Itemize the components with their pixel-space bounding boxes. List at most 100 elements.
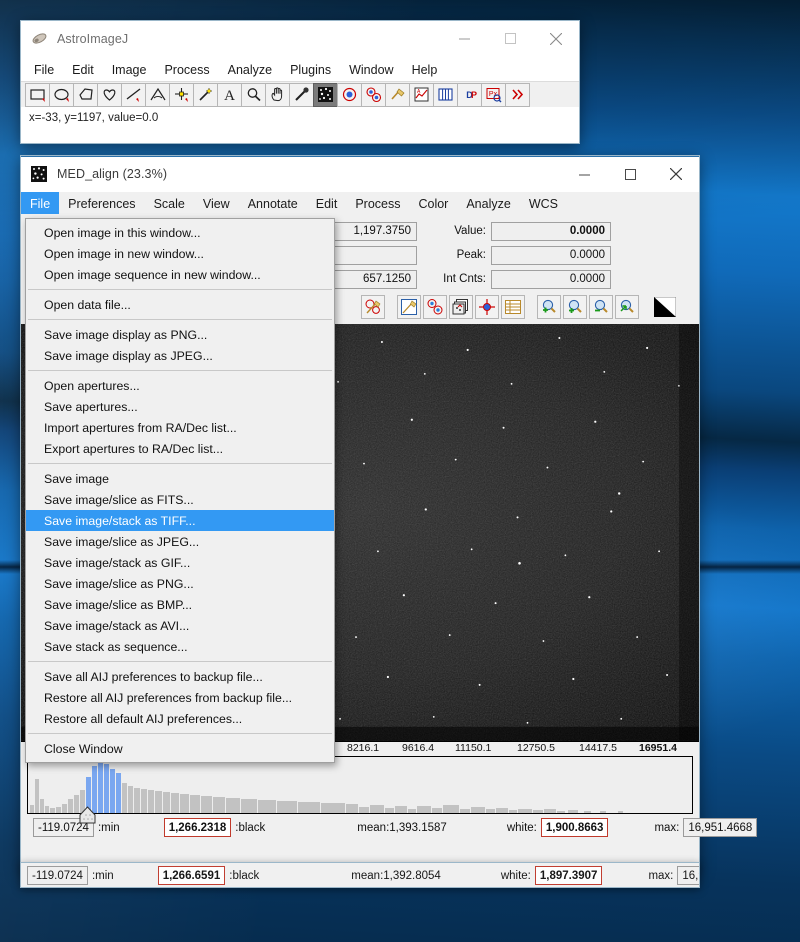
med-menu-file[interactable]: File xyxy=(21,192,60,214)
single-aperture-tool[interactable] xyxy=(337,82,362,107)
menu-item-save-image-slice-as-jpeg[interactable]: Save image/slice as JPEG... xyxy=(26,531,334,552)
white-field[interactable]: 1,900.8663 xyxy=(540,818,609,837)
aij-maximize-button[interactable] xyxy=(487,21,533,56)
menu-item-save-image-slice-as-fits[interactable]: Save image/slice as FITS... xyxy=(26,489,334,510)
menu-item-export-apertures-to-ra-dec-list[interactable]: Export apertures to RA/Dec list... xyxy=(26,438,334,459)
aij-close-button[interactable] xyxy=(533,21,579,56)
med-close-button[interactable] xyxy=(653,157,699,191)
menu-item-open-image-sequence-in-new-window[interactable]: Open image sequence in new window... xyxy=(26,264,334,285)
black-white-triangle-icon[interactable] xyxy=(653,295,677,319)
multi-aperture-tool[interactable] xyxy=(361,82,386,107)
histogram-plot[interactable] xyxy=(27,745,693,824)
value-field[interactable]: 0.0000 xyxy=(491,221,611,241)
med-maximize-button[interactable] xyxy=(607,157,653,191)
menu-item-save-apertures[interactable]: Save apertures... xyxy=(26,396,334,417)
zoom-full-button[interactable] xyxy=(615,295,639,319)
med-menu-color[interactable]: Color xyxy=(409,192,457,214)
star-field-tool[interactable] xyxy=(313,82,338,107)
aij-menu-file[interactable]: File xyxy=(25,57,63,81)
text-A-tool[interactable]: A xyxy=(217,82,242,107)
med-menu-scale[interactable]: Scale xyxy=(145,192,194,214)
med-minimize-button[interactable] xyxy=(561,157,607,191)
menu-item-save-all-aij-preferences-to-backup-file[interactable]: Save all AIJ preferences to backup file.… xyxy=(26,666,334,687)
eyedropper-tool[interactable] xyxy=(289,82,314,107)
hand-tool[interactable] xyxy=(265,82,290,107)
int-cnts-field[interactable]: 0.0000 xyxy=(491,269,611,289)
aij-menu-window[interactable]: Window xyxy=(340,57,402,81)
oval-tool[interactable] xyxy=(49,82,74,107)
menu-item-close-window[interactable]: Close Window xyxy=(26,738,334,759)
apertures-button[interactable] xyxy=(423,295,447,319)
coord-x-field[interactable]: 1,197.3750 xyxy=(327,221,417,241)
med-menu-preferences[interactable]: Preferences xyxy=(59,192,144,214)
black-field[interactable]: 1,266.2318 xyxy=(163,818,232,837)
angle-tool[interactable] xyxy=(145,82,170,107)
aij-menubar[interactable]: File Edit Image Process Analyze Plugins … xyxy=(21,57,579,81)
menu-item-save-image-slice-as-bmp[interactable]: Save image/slice as BMP... xyxy=(26,594,334,615)
chevron-double-right-tool[interactable] xyxy=(505,82,530,107)
pixel-zoom-tool[interactable]: Px xyxy=(481,82,506,107)
aij-menu-plugins[interactable]: Plugins xyxy=(281,57,340,81)
menu-item-open-data-file[interactable]: Open data file... xyxy=(26,294,334,315)
menu-item-save-image-stack-as-tiff[interactable]: Save image/stack as TIFF... xyxy=(26,510,334,531)
menu-item-import-apertures-from-ra-dec-list[interactable]: Import apertures from RA/Dec list... xyxy=(26,417,334,438)
menu-item-restore-all-aij-preferences-from-backup-file[interactable]: Restore all AIJ preferences from backup … xyxy=(26,687,334,708)
zoom-in-button[interactable] xyxy=(563,295,587,319)
black-level-handle[interactable] xyxy=(78,806,97,824)
med-menu-analyze[interactable]: Analyze xyxy=(457,192,519,214)
broom-tool[interactable] xyxy=(385,82,410,107)
menu-item-open-image-in-new-window[interactable]: Open image in new window... xyxy=(26,243,334,264)
rectangle-tool[interactable] xyxy=(25,82,50,107)
line-tool[interactable] xyxy=(121,82,146,107)
max-field[interactable]: 16,951.4668 xyxy=(683,818,758,837)
plot-window-tool[interactable]: A xyxy=(409,82,434,107)
menu-item-save-image-display-as-jpeg[interactable]: Save image display as JPEG... xyxy=(26,345,334,366)
clear-overlay-button[interactable] xyxy=(397,295,421,319)
menu-item-open-image-in-this-window[interactable]: Open image in this window... xyxy=(26,222,334,243)
med-menubar[interactable]: File Preferences Scale View Annotate Edi… xyxy=(21,192,699,214)
menu-item-save-image-stack-as-gif[interactable]: Save image/stack as GIF... xyxy=(26,552,334,573)
menu-item-save-image-display-as-png[interactable]: Save image display as PNG... xyxy=(26,324,334,345)
behind-min-field[interactable]: -119.0724 xyxy=(27,866,88,885)
measurements-table-tool[interactable] xyxy=(433,82,458,107)
menu-item-save-image-slice-as-png[interactable]: Save image/slice as PNG... xyxy=(26,573,334,594)
polygon-tool[interactable] xyxy=(73,82,98,107)
coord-y-field[interactable]: 657.1250 xyxy=(327,269,417,289)
menu-item-restore-all-default-aij-preferences[interactable]: Restore all default AIJ preferences... xyxy=(26,708,334,729)
aij-menu-process[interactable]: Process xyxy=(155,57,218,81)
measurements-table-button[interactable] xyxy=(501,295,525,319)
clear-apertures-button[interactable] xyxy=(361,295,385,319)
aij-titlebar[interactable]: AstroImageJ xyxy=(21,21,579,57)
med-menu-process[interactable]: Process xyxy=(346,192,409,214)
zoom-fit-button[interactable] xyxy=(537,295,561,319)
aij-menu-help[interactable]: Help xyxy=(403,57,447,81)
behind-white-field[interactable]: 1,897.3907 xyxy=(534,866,603,885)
med-menu-edit[interactable]: Edit xyxy=(307,192,347,214)
aij-menu-analyze[interactable]: Analyze xyxy=(219,57,281,81)
data-processor-tool[interactable]: DP xyxy=(457,82,482,107)
coord-blank-field[interactable] xyxy=(327,245,417,265)
aij-menu-image[interactable]: Image xyxy=(103,57,156,81)
peak-field[interactable]: 0.0000 xyxy=(491,245,611,265)
zoom-out-button[interactable] xyxy=(589,295,613,319)
aij-menu-edit[interactable]: Edit xyxy=(63,57,103,81)
centroid-target-button[interactable] xyxy=(475,295,499,319)
menu-item-save-image[interactable]: Save image xyxy=(26,468,334,489)
menu-item-open-apertures[interactable]: Open apertures... xyxy=(26,375,334,396)
menu-item-save-stack-as-sequence[interactable]: Save stack as sequence... xyxy=(26,636,334,657)
aij-minimize-button[interactable] xyxy=(441,21,487,56)
med-menu-annotate[interactable]: Annotate xyxy=(239,192,307,214)
med-menu-wcs[interactable]: WCS xyxy=(520,192,567,214)
behind-max-field[interactable]: 16,951.4668 xyxy=(677,866,699,885)
med-menu-view[interactable]: View xyxy=(194,192,239,214)
menu-item-save-image-stack-as-avi[interactable]: Save image/stack as AVI... xyxy=(26,615,334,636)
stack-button[interactable] xyxy=(449,295,473,319)
background-window-sliver[interactable]: -119.0724 :min 1,266.6591 :black mean:1,… xyxy=(20,862,700,888)
med-titlebar[interactable]: MED_align (23.3%) xyxy=(21,156,699,192)
magnifier-tool[interactable] xyxy=(241,82,266,107)
magic-wand-tool[interactable] xyxy=(193,82,218,107)
behind-black-field[interactable]: 1,266.6591 xyxy=(157,866,226,885)
file-dropdown-menu[interactable]: Open image in this window... Open image i… xyxy=(25,218,335,763)
crosshair-point-tool[interactable] xyxy=(169,82,194,107)
freehand-tool[interactable] xyxy=(97,82,122,107)
